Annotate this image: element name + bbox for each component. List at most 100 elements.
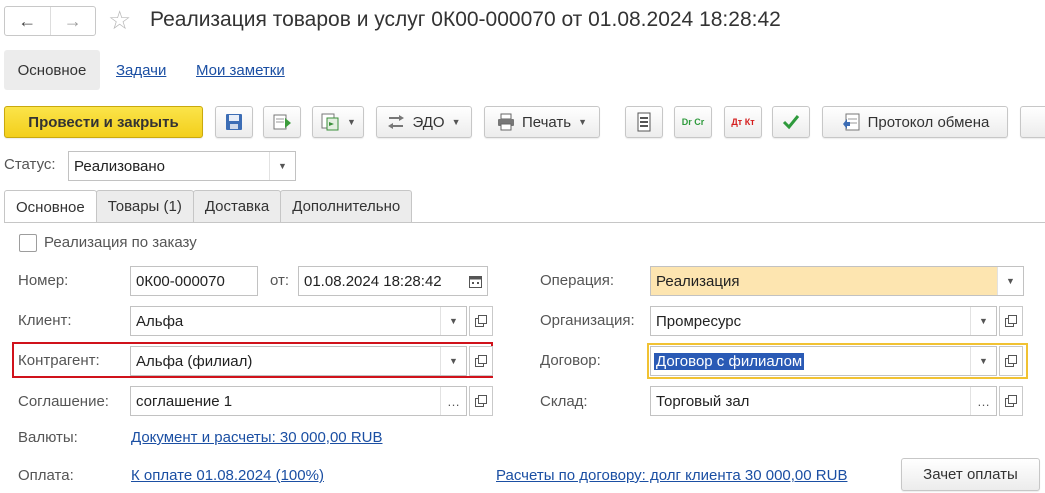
dt-kt-icon: Дт Кт: [731, 116, 755, 127]
create-based-on-button[interactable]: ▼: [312, 106, 364, 138]
payment-label: Оплата:: [18, 467, 74, 484]
contractor-label: Контрагент:: [18, 352, 100, 369]
by-order-label: Реализация по заказу: [44, 234, 197, 251]
forward-arrow-icon[interactable]: →: [49, 7, 96, 35]
check-mark-icon: [782, 115, 800, 130]
by-order-checkbox[interactable]: [19, 234, 37, 252]
post-and-close-button[interactable]: Провести и закрыть: [4, 106, 203, 138]
tab-delivery[interactable]: Доставка: [192, 190, 282, 222]
tab-goods-label: Товары (1): [107, 198, 182, 215]
ellipsis-icon[interactable]: …: [970, 387, 996, 415]
journal-button[interactable]: [625, 106, 663, 138]
print-label: Печать: [521, 113, 572, 131]
tab-additional[interactable]: Дополнительно: [280, 190, 413, 222]
tab-additional-label: Дополнительно: [292, 198, 401, 215]
status-select[interactable]: Реализовано ▼: [68, 151, 296, 181]
tab-goods[interactable]: Товары (1): [95, 190, 194, 222]
open-client-icon[interactable]: [469, 306, 493, 336]
tab-divider: [4, 222, 1045, 223]
status-value: Реализовано: [74, 157, 165, 175]
post-and-close-label: Провести и закрыть: [28, 113, 179, 131]
open-organization-icon[interactable]: [999, 306, 1023, 336]
nav-main[interactable]: Основное: [4, 50, 100, 90]
nav-tasks[interactable]: Задачи: [116, 50, 166, 90]
status-label: Статус:: [4, 156, 56, 173]
edo-exchange-icon: [388, 115, 405, 129]
exchange-protocol-icon: [842, 113, 860, 131]
organization-select[interactable]: Промресурс ▼: [650, 306, 997, 336]
payment-offset-label: Зачет оплаты: [923, 466, 1018, 483]
warehouse-value: Торговый зал: [656, 392, 750, 410]
edo-button[interactable]: ЭДО ▼: [376, 106, 472, 138]
chevron-down-icon: ▼: [578, 117, 588, 127]
open-contractor-icon[interactable]: [469, 346, 493, 376]
operation-value: Реализация: [656, 272, 740, 290]
open-contract-icon[interactable]: [999, 346, 1023, 376]
organization-value: Промресурс: [656, 312, 742, 330]
open-agreement-icon[interactable]: [469, 386, 493, 416]
operation-select[interactable]: Реализация ▼: [650, 266, 1024, 296]
print-button[interactable]: Печать ▼: [484, 106, 600, 138]
currency-label: Валюты:: [18, 429, 78, 446]
payment-link[interactable]: К оплате 01.08.2024 (100%): [131, 467, 324, 484]
calendar-icon[interactable]: [463, 267, 487, 295]
ellipsis-icon[interactable]: …: [440, 387, 466, 415]
exchange-protocol-button[interactable]: Протокол обмена: [822, 106, 1008, 138]
back-arrow-icon[interactable]: ←: [5, 7, 50, 35]
number-value: 0К00-000070: [136, 272, 225, 290]
agreement-select[interactable]: соглашение 1 …: [130, 386, 467, 416]
date-label: от:: [270, 272, 290, 289]
chevron-down-icon: ▼: [451, 117, 461, 127]
nav-notes-label: Мои заметки: [196, 61, 285, 79]
operation-label: Операция:: [540, 272, 615, 289]
nav-notes[interactable]: Мои заметки: [196, 50, 285, 90]
currency-link[interactable]: Документ и расчеты: 30 000,00 RUB: [131, 429, 382, 446]
agreement-label: Соглашение:: [18, 393, 109, 410]
chevron-down-icon: ▼: [347, 117, 356, 127]
dt-kt-text: Дт Кт: [731, 116, 755, 127]
organization-label: Организация:: [540, 312, 635, 329]
dr-cr-button[interactable]: Dr Cr: [674, 106, 712, 138]
tab-main[interactable]: Основное: [4, 190, 97, 223]
chevron-down-icon[interactable]: ▼: [440, 347, 466, 375]
contract-select[interactable]: Договор с филиалом ▼: [650, 346, 997, 376]
more-actions-button[interactable]: [1020, 106, 1045, 138]
favorite-star-icon[interactable]: ☆: [108, 6, 131, 34]
open-warehouse-icon[interactable]: [999, 386, 1023, 416]
payment-offset-button[interactable]: Зачет оплаты: [901, 458, 1040, 491]
number-field[interactable]: 0К00-000070: [130, 266, 258, 296]
chevron-down-icon[interactable]: ▼: [440, 307, 466, 335]
nav-main-label: Основное: [17, 61, 87, 79]
history-nav: ← →: [4, 6, 96, 36]
chevron-down-icon[interactable]: ▼: [970, 307, 996, 335]
save-button[interactable]: [215, 106, 253, 138]
contract-settlements-link[interactable]: Расчеты по договору: долг клиента 30 000…: [496, 467, 847, 484]
chevron-down-icon[interactable]: ▼: [970, 347, 996, 375]
journal-list-icon: [637, 112, 651, 132]
dt-kt-button[interactable]: Дт Кт: [724, 106, 762, 138]
date-field[interactable]: 01.08.2024 18:28:42: [298, 266, 488, 296]
create-based-on-icon: [321, 113, 339, 131]
number-label: Номер:: [18, 272, 69, 289]
chevron-down-icon[interactable]: ▼: [997, 267, 1023, 295]
agreement-value: соглашение 1: [136, 392, 233, 410]
printer-icon: [497, 113, 514, 131]
warehouse-select[interactable]: Торговый зал …: [650, 386, 997, 416]
chevron-down-icon[interactable]: ▼: [269, 152, 295, 180]
post-document-icon: [273, 114, 291, 130]
dr-cr-text: Dr Cr: [681, 116, 705, 127]
date-value: 01.08.2024 18:28:42: [304, 272, 442, 290]
contractor-value: Альфа (филиал): [136, 352, 253, 370]
contractor-select[interactable]: Альфа (филиал) ▼: [130, 346, 467, 376]
exchange-protocol-label: Протокол обмена: [867, 113, 990, 131]
client-select[interactable]: Альфа ▼: [130, 306, 467, 336]
client-label: Клиент:: [18, 312, 72, 329]
warehouse-label: Склад:: [540, 393, 588, 410]
client-value: Альфа: [136, 312, 184, 330]
form-tabs: Основное Товары (1) Доставка Дополнитель…: [4, 190, 413, 223]
edo-label: ЭДО: [412, 113, 445, 131]
check-button[interactable]: [772, 106, 810, 138]
contract-value: Договор с филиалом: [654, 352, 805, 370]
post-button[interactable]: [263, 106, 301, 138]
page-title: Реализация товаров и услуг 0К00-000070 о…: [150, 8, 781, 31]
